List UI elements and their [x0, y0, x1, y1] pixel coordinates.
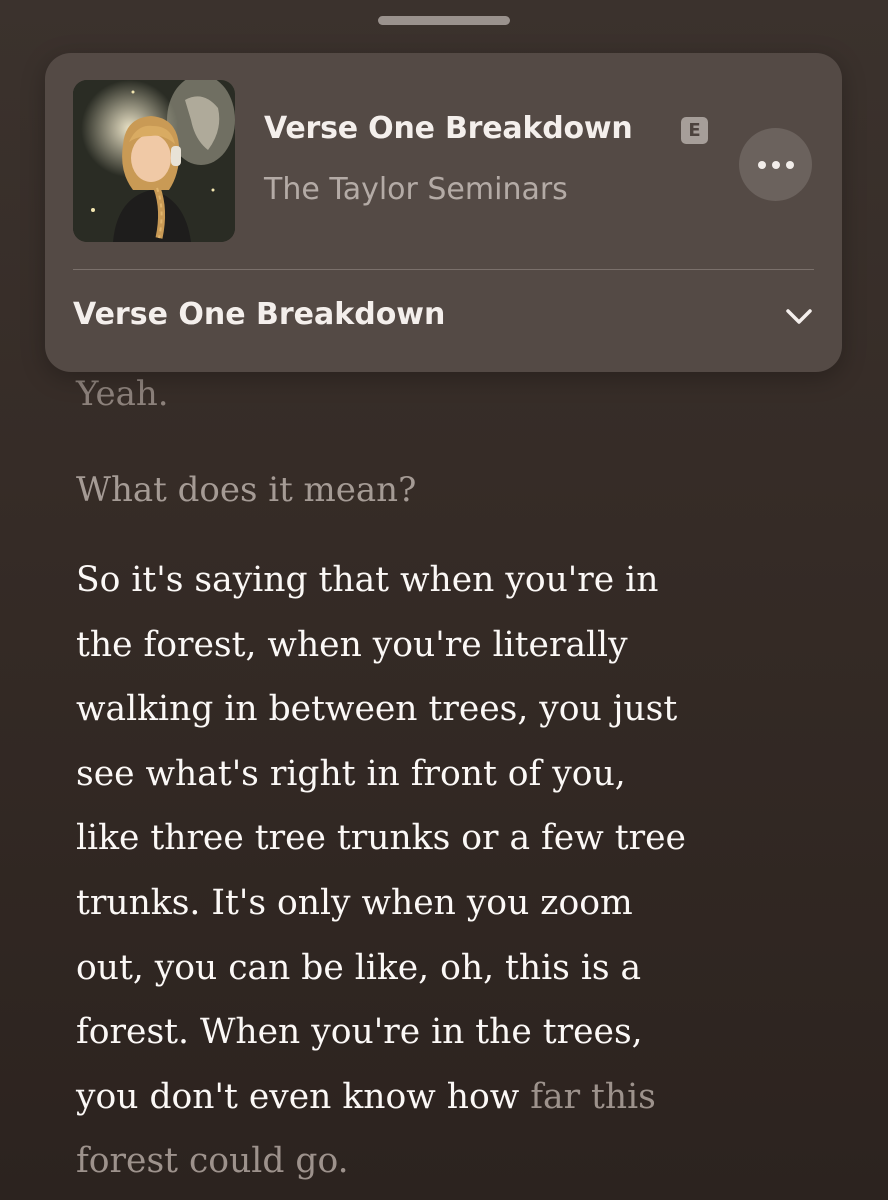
- ellipsis-icon: [757, 160, 766, 169]
- transcript-line: see what's right in front of you,: [76, 753, 626, 794]
- episode-title: Verse One Breakdown: [264, 111, 633, 146]
- explicit-badge: E: [681, 117, 708, 144]
- transcript-line: trunks. It's only when you zoom: [76, 882, 633, 923]
- transcript-line: out, you can be like, oh, this is a: [76, 947, 642, 988]
- transcript-upcoming-text: far this: [530, 1076, 656, 1117]
- now-playing-card: Verse One Breakdown E The Taylor Seminar…: [45, 53, 842, 372]
- ellipsis-icon: [785, 160, 794, 169]
- chapter-selector-label[interactable]: Verse One Breakdown: [73, 297, 445, 332]
- transcript-current-paragraph[interactable]: So it's saying that when you're in the f…: [76, 548, 836, 1194]
- sheet-grabber-handle[interactable]: [378, 16, 510, 25]
- transcript-line: So it's saying that when you're in: [76, 560, 659, 600]
- transcript-line: like three tree trunks or a few tree: [76, 818, 686, 859]
- artwork-illustration: [73, 80, 235, 242]
- transcript-spoken-text: you don't even know how: [76, 1076, 531, 1117]
- transcript-previous-line[interactable]: Yeah.: [76, 374, 169, 414]
- transcript-line: forest. When you're in the trees,: [76, 1012, 643, 1053]
- transcript-upcoming-text: forest could go.: [76, 1141, 349, 1182]
- podcast-artwork[interactable]: [73, 80, 235, 242]
- transcript-question[interactable]: What does it mean?: [76, 470, 416, 510]
- chevron-down-icon[interactable]: [784, 305, 814, 329]
- show-name[interactable]: The Taylor Seminars: [264, 172, 568, 207]
- transcript-line: the forest, when you're literally: [76, 624, 628, 665]
- more-options-button[interactable]: [739, 128, 812, 201]
- ellipsis-icon: [771, 160, 780, 169]
- transcript-line: walking in between trees, you just: [76, 689, 678, 730]
- divider: [73, 269, 814, 270]
- transcript-line: you don't even know how far this: [76, 1065, 836, 1130]
